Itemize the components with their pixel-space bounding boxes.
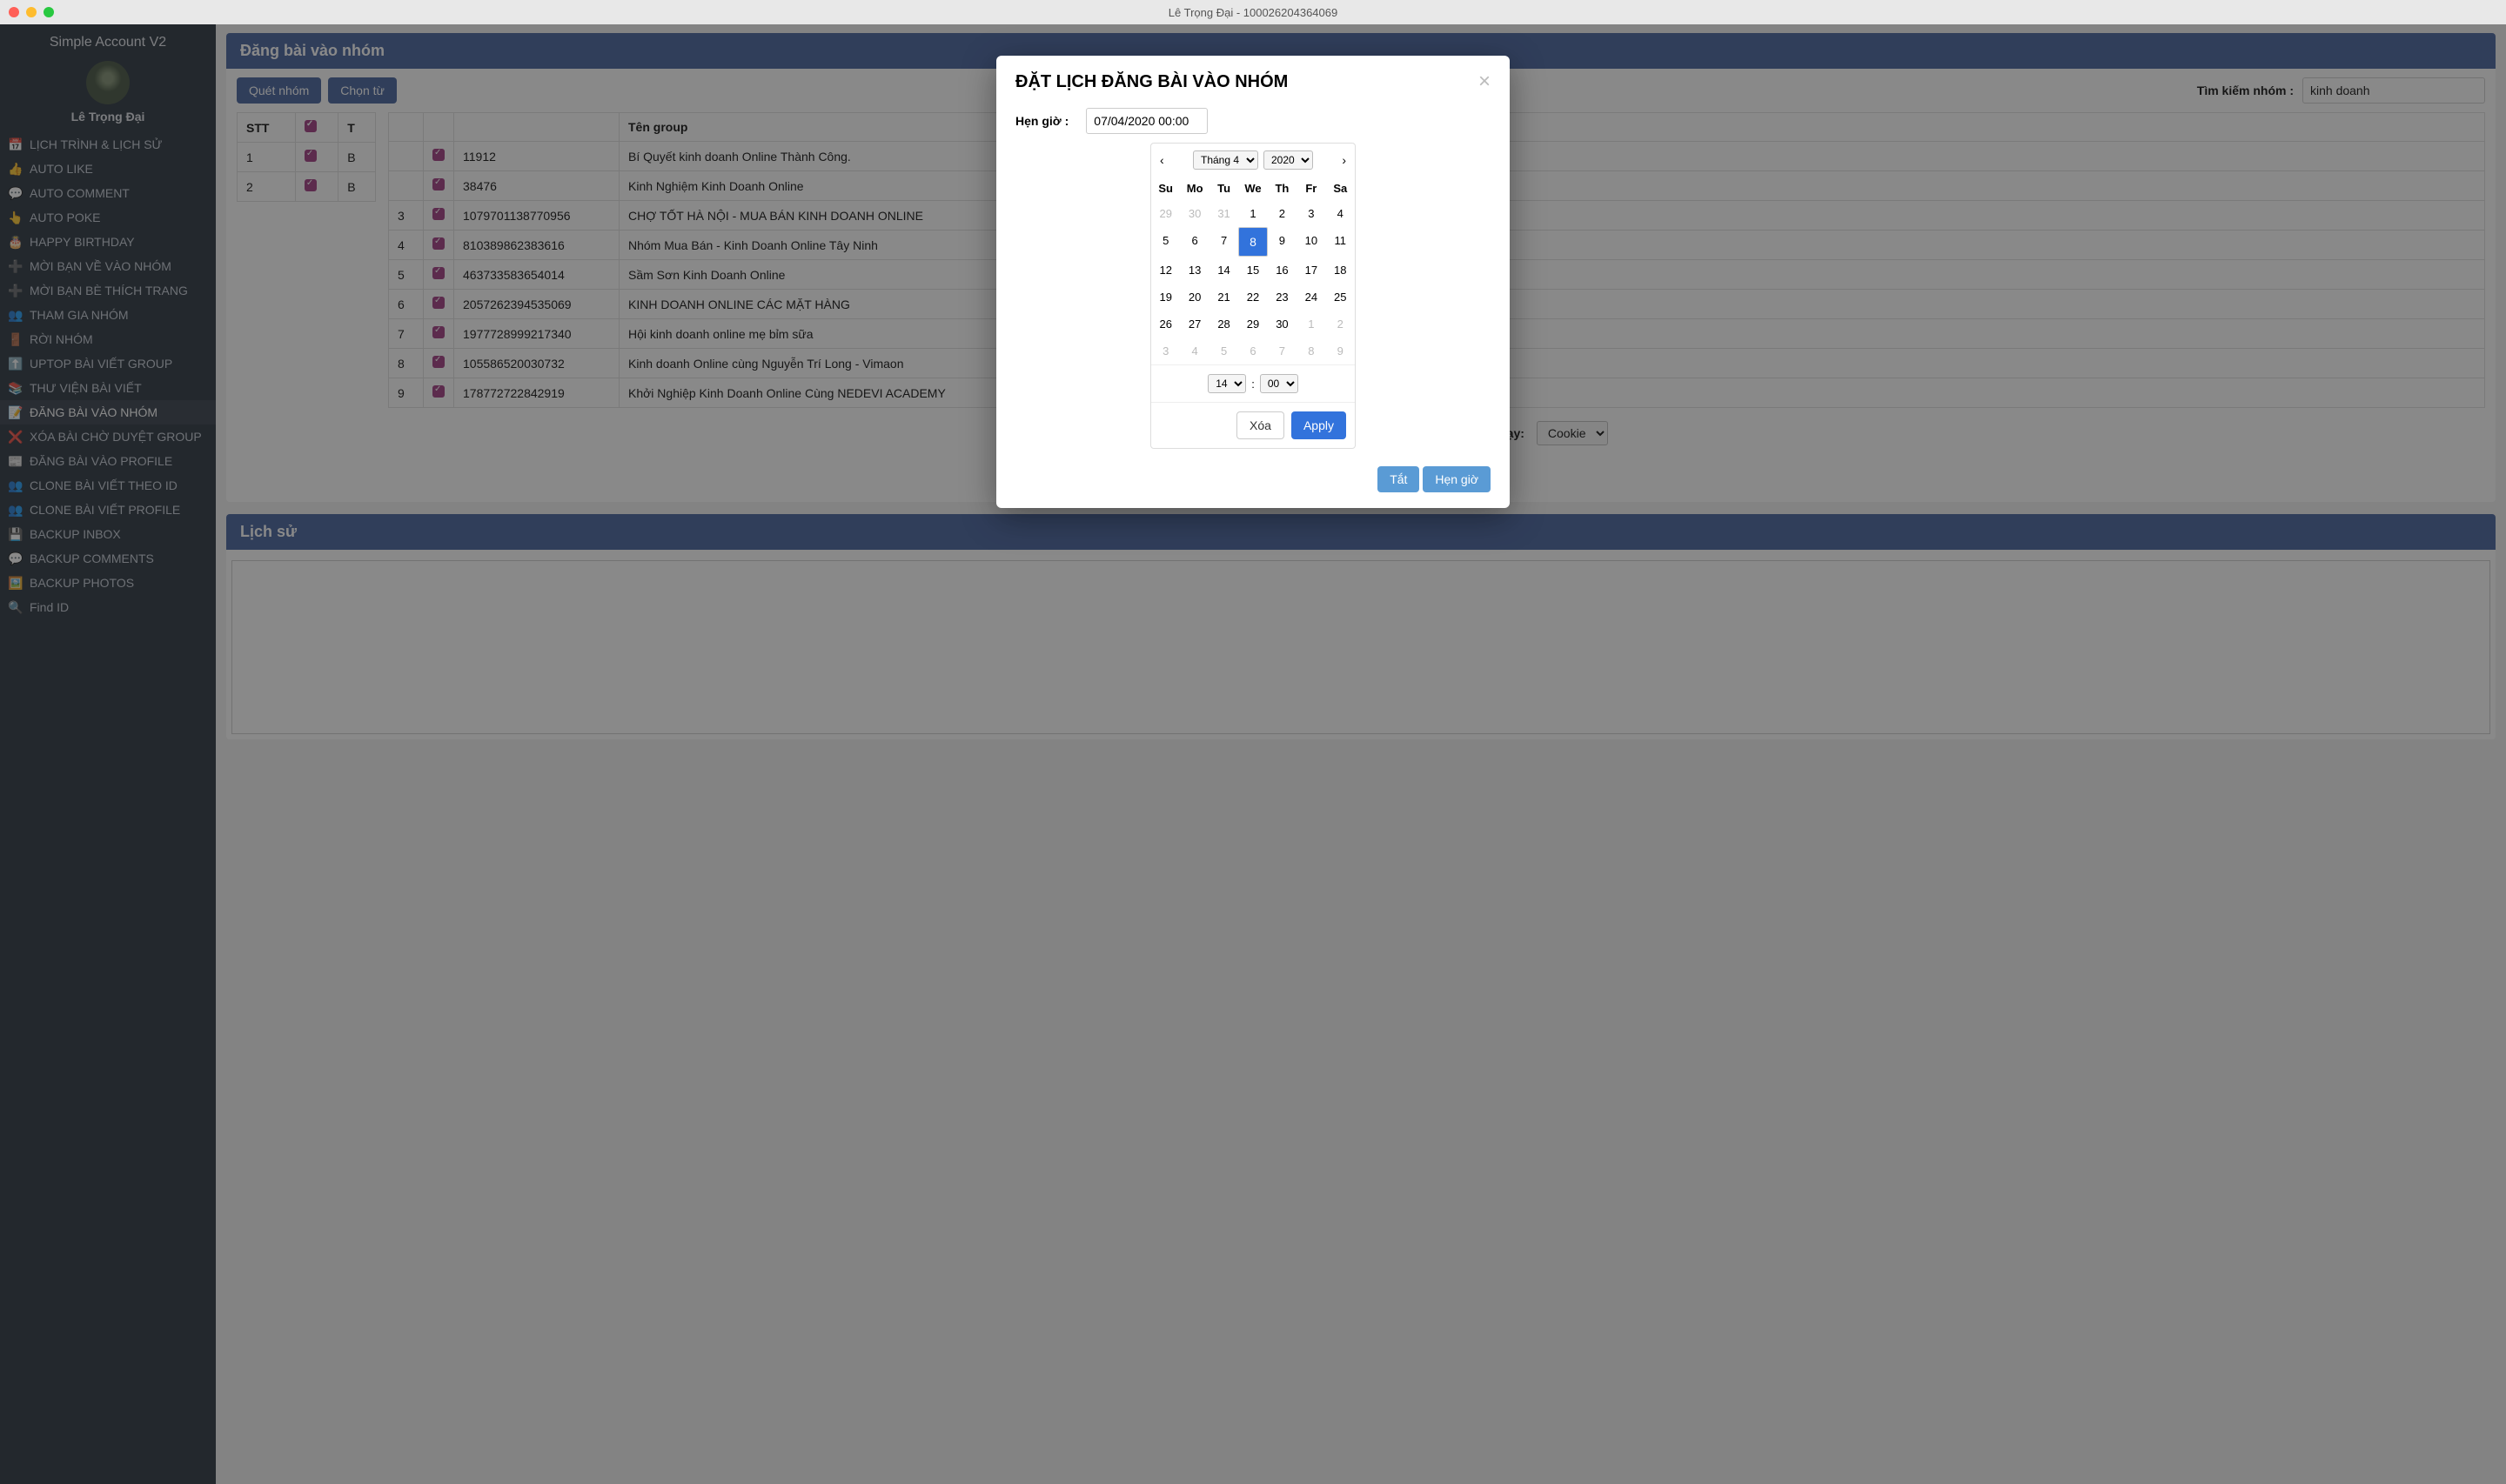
hour-select[interactable]: 14	[1208, 374, 1246, 393]
maximize-window-icon[interactable]	[44, 7, 54, 17]
calendar-day[interactable]: 30	[1268, 311, 1297, 338]
close-icon[interactable]: ×	[1478, 71, 1491, 92]
calendar-day[interactable]: 6	[1180, 227, 1209, 257]
calendar-day[interactable]: 22	[1238, 284, 1267, 311]
hengio-label: Hẹn giờ :	[1015, 114, 1069, 128]
calendar-day[interactable]: 3	[1151, 338, 1180, 364]
calendar-day[interactable]: 5	[1209, 338, 1238, 364]
calendar-day[interactable]: 18	[1326, 257, 1355, 284]
off-button[interactable]: Tắt	[1377, 466, 1419, 492]
calendar-day[interactable]: 8	[1238, 227, 1267, 257]
calendar-day[interactable]: 2	[1326, 311, 1355, 338]
minute-select[interactable]: 00	[1260, 374, 1298, 393]
dow-label: Mo	[1180, 177, 1209, 200]
dow-label: Su	[1151, 177, 1180, 200]
calendar-day[interactable]: 28	[1209, 311, 1238, 338]
modal-title: ĐẶT LỊCH ĐĂNG BÀI VÀO NHÓM	[1015, 72, 1288, 92]
dow-label: Sa	[1326, 177, 1355, 200]
dow-label: We	[1238, 177, 1267, 200]
year-select[interactable]: 2020	[1263, 150, 1313, 170]
window-titlebar: Lê Trọng Đại - 100026204364069	[0, 0, 2506, 24]
dow-label: Fr	[1297, 177, 1325, 200]
calendar-day[interactable]: 4	[1326, 200, 1355, 227]
calendar-day[interactable]: 25	[1326, 284, 1355, 311]
calendar-day[interactable]: 14	[1209, 257, 1238, 284]
calendar-day[interactable]: 20	[1180, 284, 1209, 311]
calendar-day[interactable]: 26	[1151, 311, 1180, 338]
calendar-day[interactable]: 10	[1297, 227, 1325, 257]
calendar-day[interactable]: 13	[1180, 257, 1209, 284]
next-month-icon[interactable]: ›	[1338, 153, 1350, 167]
calendar-day[interactable]: 7	[1268, 338, 1297, 364]
calendar-day[interactable]: 5	[1151, 227, 1180, 257]
calendar-day[interactable]: 12	[1151, 257, 1180, 284]
calendar-day[interactable]: 2	[1268, 200, 1297, 227]
hengio-button[interactable]: Hẹn giờ	[1423, 466, 1491, 492]
calendar-day[interactable]: 6	[1238, 338, 1267, 364]
calendar-day[interactable]: 21	[1209, 284, 1238, 311]
calendar-day[interactable]: 30	[1180, 200, 1209, 227]
datepicker: ‹ Tháng 4 2020 › SuMoTuWeThFrSa 29303112…	[1150, 143, 1356, 449]
calendar-day[interactable]: 23	[1268, 284, 1297, 311]
close-window-icon[interactable]	[9, 7, 19, 17]
dow-label: Th	[1268, 177, 1297, 200]
calendar-day[interactable]: 24	[1297, 284, 1325, 311]
calendar-day[interactable]: 29	[1151, 200, 1180, 227]
calendar-day[interactable]: 9	[1268, 227, 1297, 257]
calendar-day[interactable]: 27	[1180, 311, 1209, 338]
calendar-day[interactable]: 11	[1326, 227, 1355, 257]
modal-overlay: ĐẶT LỊCH ĐĂNG BÀI VÀO NHÓM × Hẹn giờ : ‹…	[0, 24, 2506, 1484]
window-title: Lê Trọng Đại - 100026204364069	[0, 6, 2506, 19]
calendar-day[interactable]: 8	[1297, 338, 1325, 364]
calendar-day[interactable]: 19	[1151, 284, 1180, 311]
calendar-day[interactable]: 16	[1268, 257, 1297, 284]
minimize-window-icon[interactable]	[26, 7, 37, 17]
calendar-day[interactable]: 7	[1209, 227, 1238, 257]
calendar-day[interactable]: 29	[1238, 311, 1267, 338]
schedule-modal: ĐẶT LỊCH ĐĂNG BÀI VÀO NHÓM × Hẹn giờ : ‹…	[996, 56, 1510, 508]
calendar-day[interactable]: 1	[1238, 200, 1267, 227]
calendar-day[interactable]: 9	[1326, 338, 1355, 364]
calendar-day[interactable]: 15	[1238, 257, 1267, 284]
calendar-day[interactable]: 1	[1297, 311, 1325, 338]
window-controls	[9, 7, 54, 17]
apply-date-button[interactable]: Apply	[1291, 411, 1346, 439]
month-select[interactable]: Tháng 4	[1193, 150, 1258, 170]
calendar-day[interactable]: 17	[1297, 257, 1325, 284]
datetime-input[interactable]	[1086, 108, 1208, 134]
calendar-day[interactable]: 3	[1297, 200, 1325, 227]
prev-month-icon[interactable]: ‹	[1156, 153, 1168, 167]
calendar-day[interactable]: 31	[1209, 200, 1238, 227]
calendar-day[interactable]: 4	[1180, 338, 1209, 364]
clear-date-button[interactable]: Xóa	[1236, 411, 1284, 439]
dow-label: Tu	[1209, 177, 1238, 200]
time-sep: :	[1251, 378, 1255, 391]
